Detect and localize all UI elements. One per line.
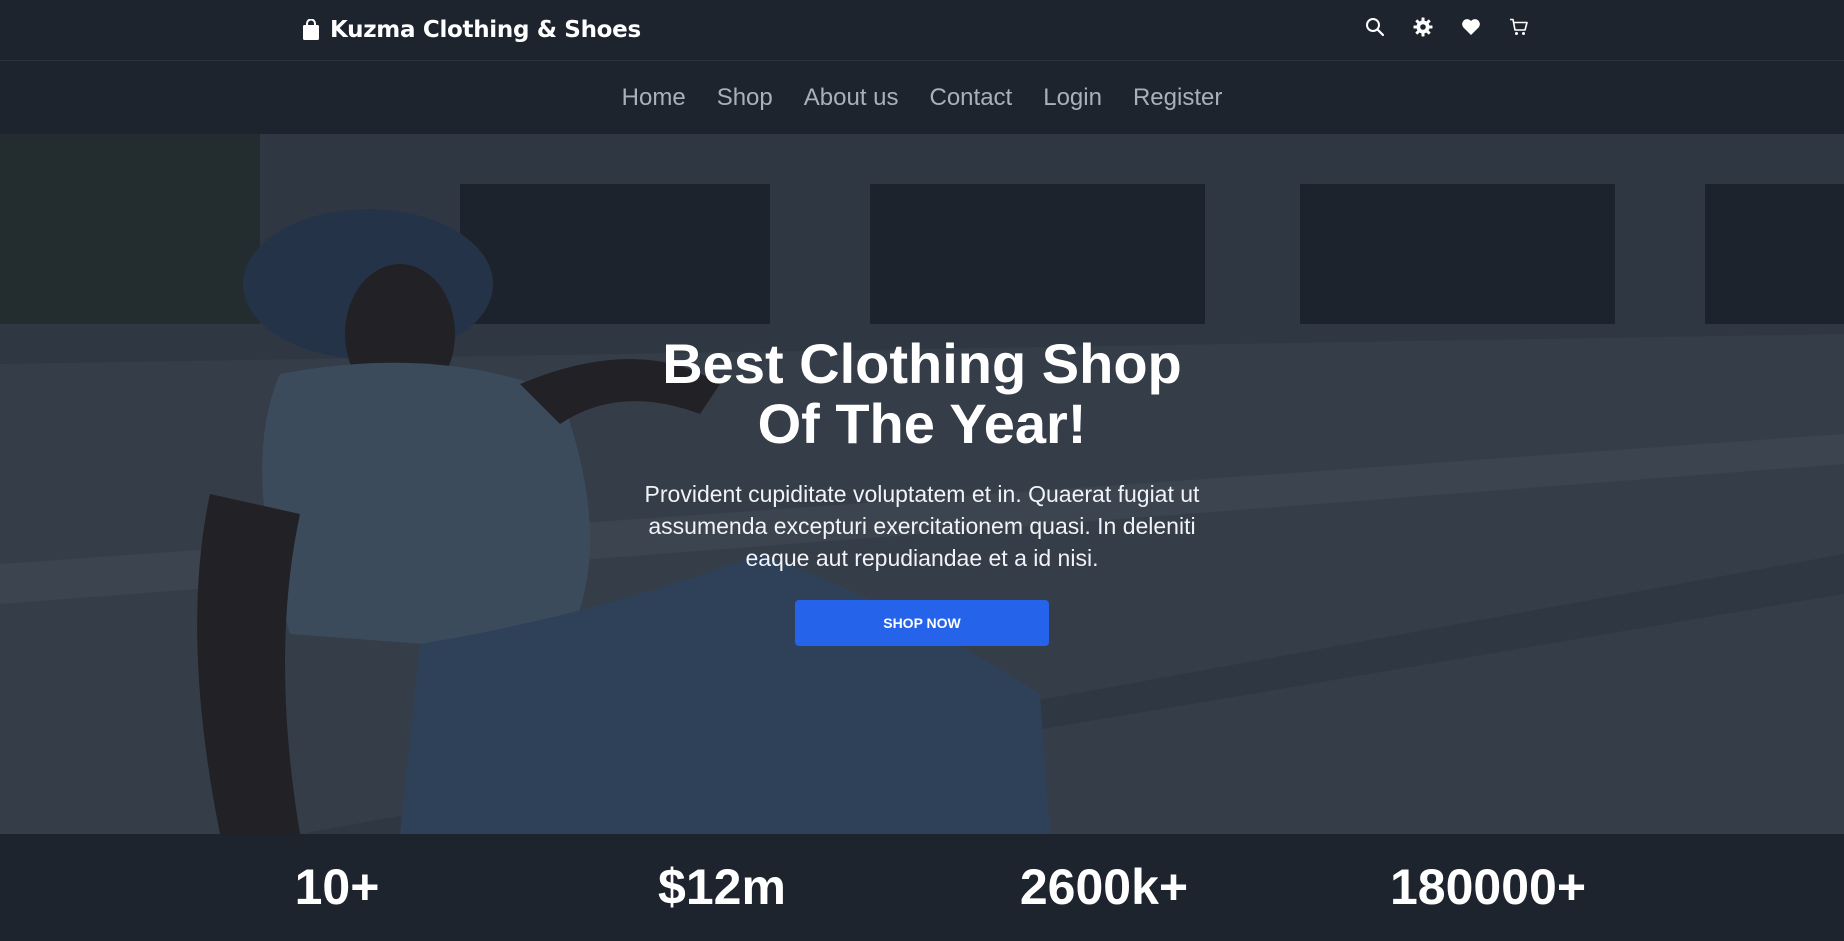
nav-home[interactable]: Home (622, 84, 686, 112)
hero-title-line-1: Best Clothing Shop (662, 332, 1182, 395)
hero-content: Best Clothing Shop Of The Year! Providen… (622, 334, 1222, 646)
main-nav: Home Shop About us Contact Login Registe… (0, 62, 1844, 134)
stat-value: $12m (658, 859, 786, 915)
cart-icon[interactable] (1508, 16, 1530, 38)
stat-value: 2600k+ (1019, 859, 1189, 915)
hero-description: Provident cupiditate voluptatem et in. Q… (644, 481, 1200, 571)
header-icons (1364, 16, 1530, 38)
stats-section: 10+ $12m 2600k+ 180000+ (0, 834, 1844, 941)
hero-title-line-2: Of The Year! (757, 392, 1087, 455)
heart-icon[interactable] (1460, 16, 1482, 38)
brand-name: Kuzma Clothing & Shoes (330, 17, 641, 43)
nav-contact[interactable]: Contact (930, 84, 1013, 112)
shop-now-button[interactable]: SHOP NOW (795, 600, 1049, 646)
hero-title: Best Clothing Shop Of The Year! (622, 334, 1222, 454)
nav-shop[interactable]: Shop (717, 84, 773, 112)
nav-login[interactable]: Login (1043, 84, 1102, 112)
search-icon[interactable] (1364, 16, 1386, 38)
settings-gear-icon[interactable] (1412, 16, 1434, 38)
top-header: Kuzma Clothing & Shoes (0, 0, 1844, 61)
nav-about-us[interactable]: About us (804, 84, 899, 112)
shopping-bag-icon (302, 18, 320, 41)
stat-value: 180000+ (1389, 859, 1587, 915)
brand-logo[interactable]: Kuzma Clothing & Shoes (302, 14, 641, 46)
stat-value: 10+ (294, 859, 380, 915)
hero-banner: Best Clothing Shop Of The Year! Providen… (0, 134, 1844, 834)
nav-register[interactable]: Register (1133, 84, 1222, 112)
